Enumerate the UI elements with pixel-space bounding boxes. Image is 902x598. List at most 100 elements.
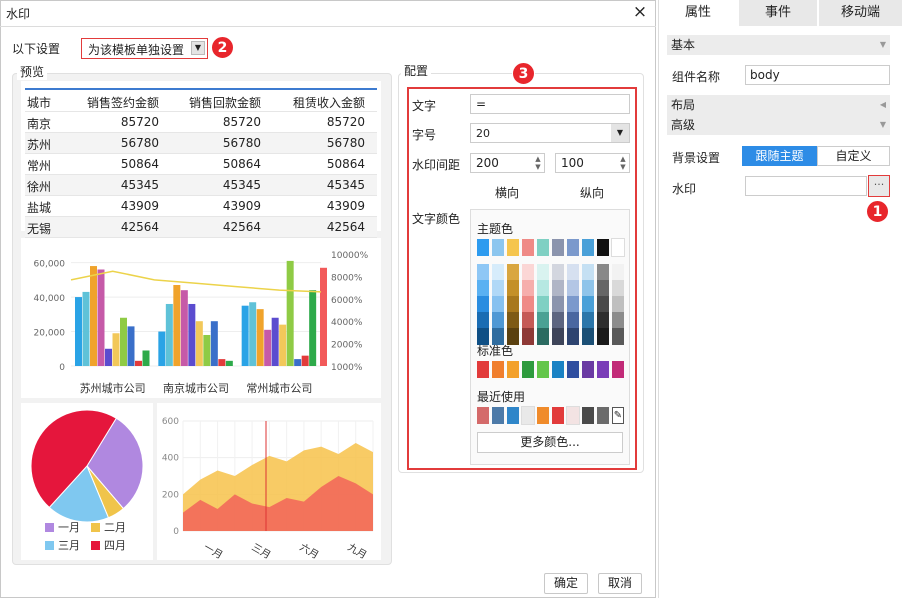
chevron-down-icon[interactable]: ▼ [191,41,205,55]
color-swatch[interactable] [492,312,504,329]
watermark-input[interactable] [745,176,867,196]
color-swatch[interactable] [612,312,624,329]
color-swatch[interactable] [522,296,534,313]
color-swatch[interactable] [507,239,519,256]
color-swatch[interactable] [582,328,594,345]
color-swatch[interactable] [552,296,564,313]
color-swatch[interactable] [522,361,534,378]
tab-events[interactable]: 事件 [739,0,817,26]
vertical-spacing-input[interactable]: 100 ▲ ▼ [555,153,630,173]
color-swatch[interactable] [477,239,489,256]
color-swatch[interactable] [537,361,549,378]
stepper-icon[interactable]: ▲ ▼ [618,155,628,171]
color-swatch[interactable] [552,239,564,256]
ok-button[interactable]: 确定 [544,573,588,594]
color-swatch[interactable] [537,296,549,313]
eyedropper-icon[interactable]: ✎ [612,407,624,424]
color-swatch[interactable] [492,264,504,281]
color-swatch[interactable] [477,361,489,378]
color-swatch[interactable] [492,407,504,424]
color-swatch[interactable] [582,361,594,378]
color-swatch[interactable] [582,312,594,329]
color-swatch[interactable] [522,312,534,329]
size-select[interactable]: 20 ▼ [470,123,630,143]
color-swatch[interactable] [477,264,489,281]
color-swatch[interactable] [567,296,579,313]
color-swatch[interactable] [552,328,564,345]
settings-mode-select[interactable]: 为该模板单独设置 ▼ [81,38,208,59]
color-swatch[interactable] [597,328,609,345]
color-swatch[interactable] [597,280,609,297]
color-swatch[interactable] [582,264,594,281]
more-options-icon[interactable]: ··· [868,175,890,197]
color-swatch[interactable] [537,264,549,281]
color-swatch[interactable] [477,280,489,297]
color-swatch[interactable] [492,296,504,313]
color-swatch[interactable] [507,328,519,345]
tab-properties[interactable]: 属性 [659,0,737,26]
color-swatch[interactable] [582,296,594,313]
color-swatch[interactable] [522,328,534,345]
color-swatch[interactable] [566,406,580,425]
color-swatch[interactable] [597,361,609,378]
color-swatch[interactable] [597,296,609,313]
color-swatch[interactable] [552,312,564,329]
close-icon[interactable]: × [630,2,650,22]
color-swatch[interactable] [612,264,624,281]
more-colors-button[interactable]: 更多颜色... [477,432,623,453]
color-swatch[interactable] [611,238,625,257]
tab-mobile[interactable]: 移动端 [819,0,902,26]
color-swatch[interactable] [492,239,504,256]
bg-follow-theme-button[interactable]: 跟随主题 [742,146,817,166]
stepper-icon[interactable]: ▲ ▼ [533,155,543,171]
color-swatch[interactable] [477,407,489,424]
color-swatch[interactable] [567,264,579,281]
color-swatch[interactable] [612,296,624,313]
color-swatch[interactable] [492,328,504,345]
color-swatch[interactable] [582,239,594,256]
bg-custom-button[interactable]: 自定义 [817,146,890,166]
color-swatch[interactable] [567,361,579,378]
section-layout[interactable]: 布局 ◀ [667,95,890,115]
color-swatch[interactable] [507,312,519,329]
color-swatch[interactable] [477,328,489,345]
section-advanced[interactable]: 高级 ▼ [667,115,890,135]
color-swatch[interactable] [552,361,564,378]
color-swatch[interactable] [552,264,564,281]
color-swatch[interactable] [597,312,609,329]
chevron-down-icon[interactable]: ▼ [611,124,629,142]
color-swatch[interactable] [507,361,519,378]
color-swatch[interactable] [612,280,624,297]
color-swatch[interactable] [567,328,579,345]
text-input[interactable]: = [470,94,630,114]
color-swatch[interactable] [477,296,489,313]
color-swatch[interactable] [492,280,504,297]
color-swatch[interactable] [612,328,624,345]
color-swatch[interactable] [552,280,564,297]
color-swatch[interactable] [597,264,609,281]
color-swatch[interactable] [507,280,519,297]
color-swatch[interactable] [597,239,609,256]
color-swatch[interactable] [492,361,504,378]
color-swatch[interactable] [522,264,534,281]
component-name-input[interactable]: body [745,65,890,85]
color-swatch[interactable] [522,239,534,256]
color-swatch[interactable] [552,407,564,424]
cancel-button[interactable]: 取消 [598,573,642,594]
section-basic[interactable]: 基本 ▼ [667,35,890,55]
color-swatch[interactable] [537,312,549,329]
color-swatch[interactable] [612,361,624,378]
color-swatch[interactable] [567,280,579,297]
color-swatch[interactable] [522,280,534,297]
color-swatch[interactable] [567,239,579,256]
color-swatch[interactable] [507,264,519,281]
color-swatch[interactable] [582,280,594,297]
color-swatch[interactable] [477,312,489,329]
color-swatch[interactable] [521,406,535,425]
color-swatch[interactable] [567,312,579,329]
color-swatch[interactable] [582,407,594,424]
horizontal-spacing-input[interactable]: 200 ▲ ▼ [470,153,545,173]
color-swatch[interactable] [507,296,519,313]
color-swatch[interactable] [537,239,549,256]
color-swatch[interactable] [537,407,549,424]
